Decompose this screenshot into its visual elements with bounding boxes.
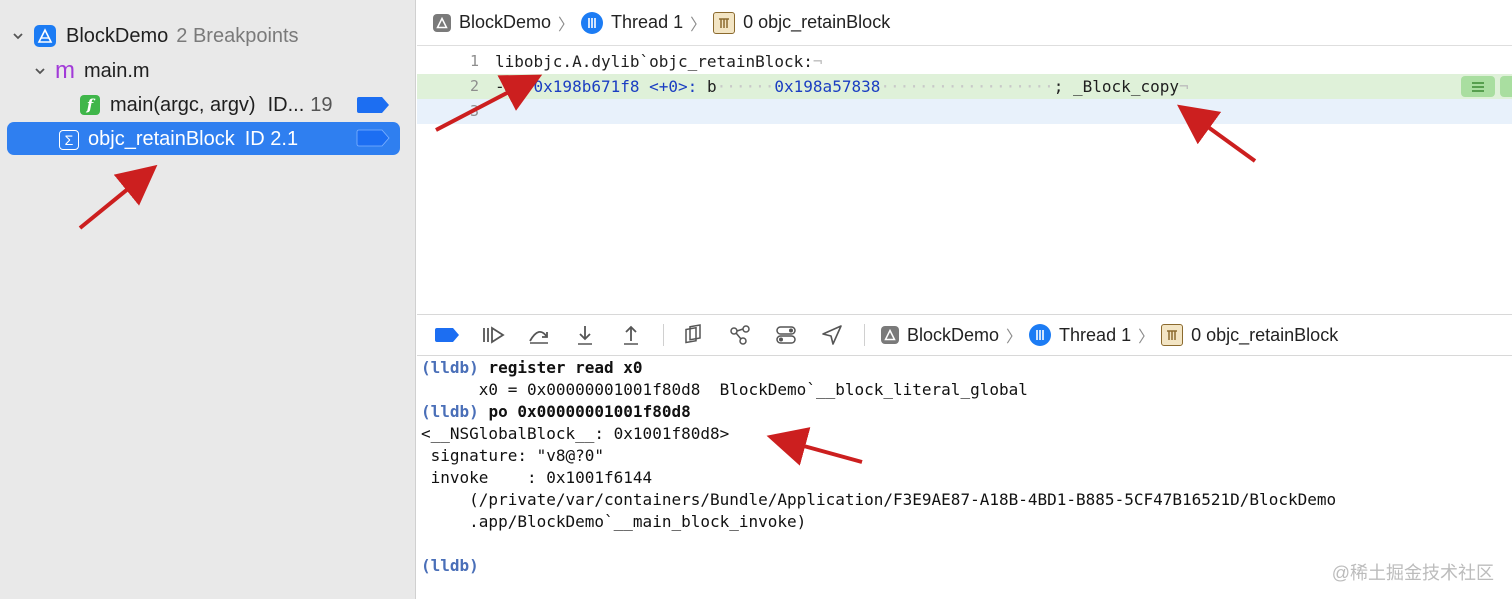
console-output: invoke : 0x1001f6144 (421, 468, 653, 487)
line-number: 2 (469, 77, 479, 95)
branch-target: 0x198a57838 (774, 77, 881, 96)
memory-graph-icon[interactable] (726, 321, 754, 349)
breakpoint-label: main(argc, argv) (110, 93, 256, 116)
xcode-app-icon (881, 326, 899, 344)
line-end-marker: ¬ (1178, 77, 1189, 96)
breadcrumb-frame-label: 0 objc_retainBlock (1191, 324, 1339, 345)
line-end-marker: ¬ (812, 52, 823, 71)
breakpoint-toggle-icon[interactable] (433, 321, 461, 349)
breadcrumb-frame-label: 0 objc_retainBlock (743, 12, 891, 32)
xcode-project-icon (34, 25, 56, 47)
environment-overrides-icon[interactable] (772, 321, 800, 349)
console-line: (lldb) register read x0 (421, 357, 643, 379)
line-number: 3 (469, 102, 479, 120)
code-line-1[interactable]: 1 libobjc.A.dylib`objc_retainBlock:¬ (417, 49, 1512, 74)
step-out-icon[interactable] (617, 321, 645, 349)
breadcrumb-thread-label: Thread 1 (611, 12, 684, 32)
file-name: main.m (84, 59, 150, 82)
breakpoint-badge-icon[interactable] (356, 96, 390, 114)
view-hierarchy-icon[interactable] (680, 321, 708, 349)
breakpoint-line: 19 (310, 93, 333, 116)
continue-icon[interactable] (479, 321, 507, 349)
objc-file-icon: m (55, 57, 75, 84)
console-output: <__NSGlobalBlock__: 0x1001f80d8> (421, 424, 730, 443)
pc-arrow: -> (495, 77, 515, 96)
breakpoint-row-selected[interactable]: Σ objc_retainBlock ID 2.1 (7, 122, 400, 155)
project-name: BlockDemo (66, 24, 169, 47)
lldb-prompt: (lldb) (421, 556, 479, 575)
thread-label-icon[interactable] (1500, 76, 1512, 97)
breadcrumb-frame[interactable]: 0 objc_retainBlock (713, 11, 891, 34)
breakpoint-row-main[interactable]: f main(argc, argv) ID... 19 (0, 89, 416, 121)
simulate-location-icon[interactable] (818, 321, 846, 349)
breadcrumb-project-label: BlockDemo (459, 12, 552, 32)
debug-breadcrumb-thread[interactable]: Thread 1 (1029, 324, 1131, 346)
debug-breadcrumb-project[interactable]: BlockDemo (881, 325, 999, 346)
instruction-offset: <+0>: (649, 77, 698, 96)
chevron-right-icon: 〉 (558, 16, 575, 34)
console-line: (lldb) po 0x00000001001f80d8 (421, 401, 691, 423)
breadcrumb-project[interactable]: BlockDemo (433, 12, 551, 33)
xcode-app-icon (433, 13, 451, 32)
console-output: (/private/var/containers/Bundle/Applicat… (421, 490, 1337, 509)
jump-bar: BlockDemo 〉 Thread 1 〉 0 objc_retainBloc… (417, 0, 1512, 46)
breakpoint-label: objc_retainBlock (88, 128, 235, 150)
step-over-icon[interactable] (525, 321, 553, 349)
breakpoint-badge-icon[interactable] (356, 129, 390, 147)
chevron-right-icon: 〉 (1138, 329, 1155, 346)
symbolic-breakpoint-icon: Σ (59, 129, 79, 150)
breakpoint-count: 2 Breakpoints (176, 24, 299, 47)
console-input-line[interactable]: (lldb) (421, 555, 479, 577)
breadcrumb-thread-label: Thread 1 (1059, 324, 1132, 345)
thread-icon (581, 11, 604, 34)
instruction-comment: ; _Block_copy (1053, 77, 1179, 96)
toolbar-divider (663, 324, 664, 346)
code-line-3[interactable]: 3 (417, 99, 1512, 124)
chevron-down-icon[interactable] (34, 65, 46, 77)
thread-icon (1029, 324, 1052, 346)
lldb-prompt: (lldb) (421, 402, 479, 421)
debug-bar: BlockDemo 〉 Thread 1 〉 0 objc_retainBloc… (417, 314, 1512, 356)
toolbar-divider (864, 324, 865, 346)
step-into-icon[interactable] (571, 321, 599, 349)
console-output: .app/BlockDemo`__main_block_invoke) (421, 512, 807, 531)
breadcrumb-thread[interactable]: Thread 1 (581, 11, 684, 34)
stack-frame-icon (1161, 324, 1184, 346)
chevron-right-icon: 〉 (690, 16, 707, 34)
console-output: x0 = 0x00000001001f80d8 BlockDemo`__bloc… (421, 380, 1028, 399)
console-command: po 0x00000001001f80d8 (488, 402, 691, 421)
lldb-prompt: (lldb) (421, 358, 479, 377)
code-line-2-current[interactable]: 2 -> 0x198b671f8 <+0>: b······0x198a5783… (417, 74, 1512, 99)
thread-indicator-menu-icon[interactable] (1461, 76, 1495, 97)
breadcrumb-project-label: BlockDemo (907, 324, 1000, 345)
console-output: signature: "v8@?0" (421, 446, 605, 465)
breakpoint-id: ID... (267, 93, 305, 116)
instruction-mnemonic: b (706, 77, 717, 96)
breakpoint-navigator: BlockDemo 2 Breakpoints m main.m f main(… (0, 0, 416, 599)
code-text: libobjc.A.dylib`objc_retainBlock: (495, 52, 813, 71)
instruction-address: 0x198b671f8 (533, 77, 640, 96)
chevron-right-icon: 〉 (1006, 329, 1023, 346)
function-icon: f (80, 95, 100, 115)
breakpoint-id: ID 2.1 (244, 128, 299, 150)
chevron-down-icon[interactable] (12, 30, 24, 42)
debug-breadcrumb-frame[interactable]: 0 objc_retainBlock (1161, 324, 1338, 346)
watermark: @稀土掘金技术社区 (1331, 563, 1494, 583)
disassembly-editor[interactable]: 1 libobjc.A.dylib`objc_retainBlock:¬ 2 -… (417, 47, 1512, 315)
project-row[interactable]: BlockDemo 2 Breakpoints (0, 20, 299, 52)
line-number: 1 (469, 52, 479, 70)
console-command: register read x0 (488, 358, 643, 377)
file-row-main-m[interactable]: m main.m (0, 55, 150, 87)
stack-frame-icon (713, 11, 736, 34)
